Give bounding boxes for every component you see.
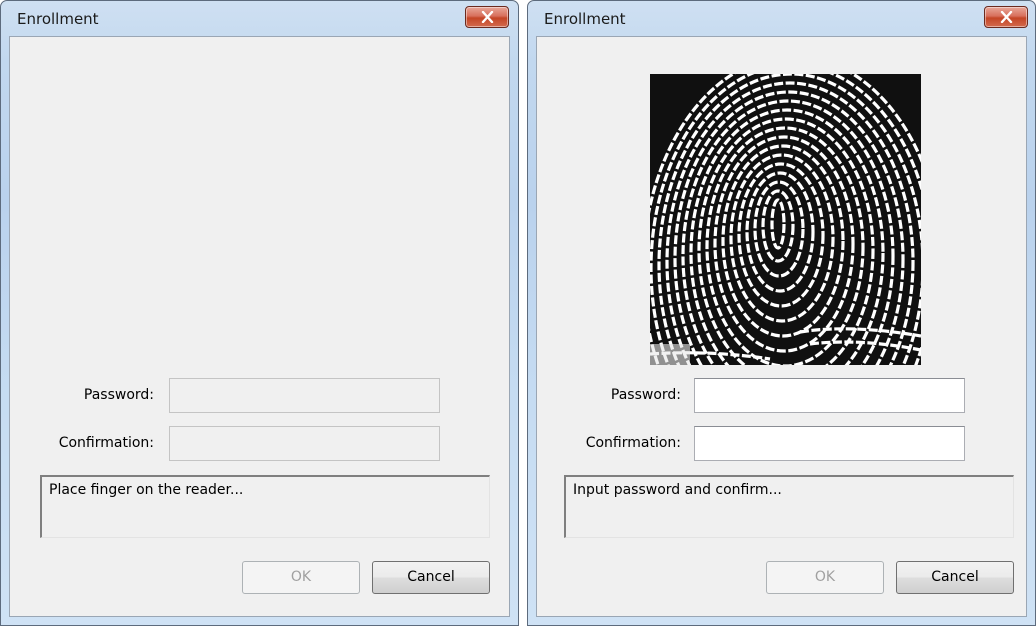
password-field[interactable]	[169, 378, 440, 413]
enrollment-dialog-right: Enrollment Password: Confirmation: Input…	[527, 0, 1036, 626]
confirmation-field[interactable]	[694, 426, 965, 461]
dialog-title: Enrollment	[544, 10, 626, 28]
fingerprint-image	[650, 74, 921, 365]
dialog-body: Password: Confirmation: Place finger on …	[9, 36, 510, 617]
close-button[interactable]	[984, 6, 1028, 28]
dialog-body: Password: Confirmation: Input password a…	[536, 36, 1027, 617]
ok-button[interactable]: OK	[766, 561, 884, 594]
close-x-icon	[481, 11, 494, 23]
confirmation-label: Confirmation:	[58, 435, 154, 451]
status-message: Input password and confirm...	[564, 475, 1014, 538]
confirmation-label: Confirmation:	[585, 435, 681, 451]
password-label: Password:	[83, 387, 154, 403]
password-label: Password:	[610, 387, 681, 403]
enrollment-dialog-left: Enrollment Password: Confirmation: Place…	[0, 0, 519, 626]
status-message: Place finger on the reader...	[40, 475, 490, 538]
close-x-icon	[1000, 11, 1013, 23]
cancel-button[interactable]: Cancel	[896, 561, 1014, 594]
title-bar[interactable]: Enrollment	[1, 1, 518, 35]
confirmation-field[interactable]	[169, 426, 440, 461]
cancel-button[interactable]: Cancel	[372, 561, 490, 594]
ok-button[interactable]: OK	[242, 561, 360, 594]
title-bar[interactable]: Enrollment	[528, 1, 1035, 35]
password-field[interactable]	[694, 378, 965, 413]
close-button[interactable]	[465, 6, 509, 28]
dialog-title: Enrollment	[17, 10, 99, 28]
